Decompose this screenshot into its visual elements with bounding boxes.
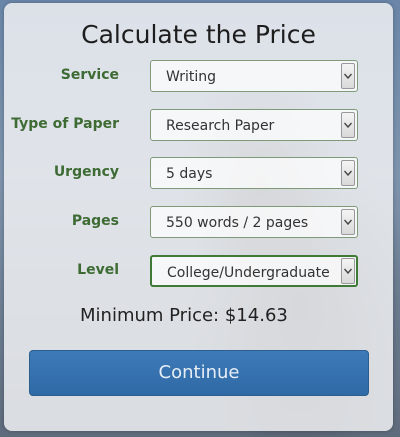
chevron-down-icon: [341, 209, 355, 235]
urgency-value: 5 days: [166, 166, 213, 182]
price-calculator-card: Calculate the Price Service Writing Type…: [4, 3, 393, 431]
paper-type-row: Type of Paper Research Paper: [4, 109, 393, 143]
minimum-price-label: Minimum Price:: [80, 305, 220, 326]
chevron-down-icon: [341, 160, 355, 186]
chevron-down-icon: [341, 258, 355, 284]
pages-row: Pages 550 words / 2 pages: [4, 206, 393, 240]
level-row: Level College/Undergraduate: [4, 255, 393, 289]
paper-type-select[interactable]: Research Paper: [150, 109, 358, 141]
service-label: Service: [60, 67, 119, 83]
level-value: College/Undergraduate: [167, 265, 330, 281]
service-select[interactable]: Writing: [150, 60, 358, 92]
urgency-select[interactable]: 5 days: [150, 157, 358, 189]
continue-button[interactable]: Continue: [29, 350, 369, 396]
calculator-title: Calculate the Price: [81, 20, 316, 49]
level-select[interactable]: College/Undergraduate: [150, 255, 358, 287]
urgency-label: Urgency: [53, 164, 119, 180]
level-label: Level: [77, 262, 119, 278]
service-value: Writing: [166, 69, 216, 85]
chevron-down-icon: [341, 112, 355, 138]
paper-type-label: Type of Paper: [11, 116, 119, 132]
pages-label: Pages: [71, 213, 119, 229]
pages-select[interactable]: 550 words / 2 pages: [150, 206, 358, 238]
pages-value: 550 words / 2 pages: [166, 215, 309, 231]
service-row: Service Writing: [4, 60, 393, 94]
urgency-row: Urgency 5 days: [4, 157, 393, 191]
paper-type-value: Research Paper: [166, 118, 275, 134]
minimum-price-value: $14.63: [224, 305, 288, 326]
minimum-price: Minimum Price: $14.63: [80, 305, 288, 326]
chevron-down-icon: [341, 63, 355, 89]
